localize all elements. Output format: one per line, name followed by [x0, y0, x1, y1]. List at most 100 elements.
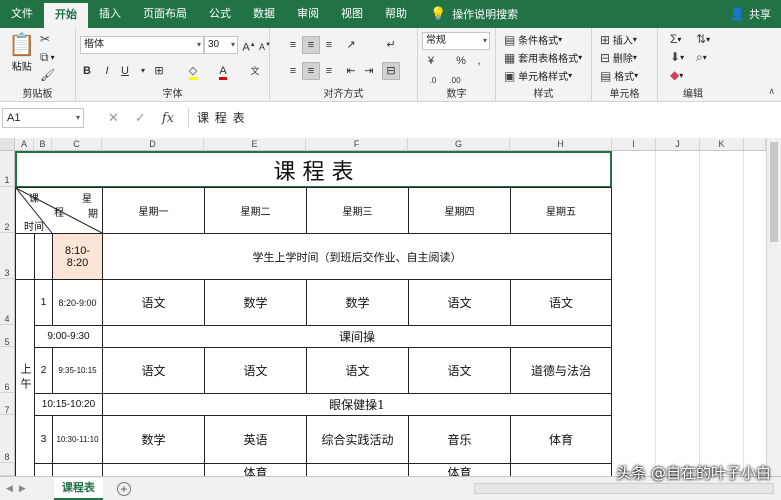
- cancel-icon[interactable]: ✕: [108, 110, 119, 126]
- conditional-format-button[interactable]: ▤ 条件格式 ▾: [504, 32, 562, 48]
- select-all-corner[interactable]: [0, 138, 15, 151]
- column-header[interactable]: E: [204, 138, 306, 151]
- fill-color-button[interactable]: ◇: [184, 62, 202, 80]
- row-header[interactable]: 4: [0, 279, 15, 325]
- insert-function-icon[interactable]: fx: [162, 111, 174, 126]
- sheet-tab-timetable[interactable]: 课程表: [53, 477, 103, 500]
- day-header[interactable]: 星期二: [204, 187, 307, 234]
- subject-cell[interactable]: 体育: [204, 463, 307, 476]
- delete-cells-button[interactable]: ⊟ 删除 ▾: [600, 50, 637, 66]
- align-center-button[interactable]: ≡: [302, 62, 320, 80]
- add-sheet-icon[interactable]: +: [116, 481, 131, 496]
- tab-home[interactable]: 开始: [44, 3, 88, 28]
- percent-button[interactable]: %: [452, 52, 470, 70]
- prev-sheet-icon[interactable]: ◀: [6, 483, 13, 494]
- font-name-combo[interactable]: 楷体 ▾: [80, 36, 204, 54]
- clear-button[interactable]: ◆ ▾: [670, 68, 683, 82]
- collapse-ribbon-icon[interactable]: ∧: [768, 86, 775, 97]
- find-select-button[interactable]: ⌕ ▾: [696, 50, 707, 65]
- period-number[interactable]: 2: [34, 347, 53, 394]
- paste-button[interactable]: 📋 粘贴: [8, 32, 35, 73]
- subject-cell[interactable]: 语文: [408, 347, 511, 394]
- number-format-combo[interactable]: 常规 ▾: [422, 32, 490, 50]
- timetable-title[interactable]: 课 程 表: [15, 151, 612, 188]
- align-left-button[interactable]: ≡: [284, 62, 302, 80]
- row-header[interactable]: 3: [0, 233, 15, 279]
- cell[interactable]: [15, 233, 35, 280]
- subject-cell[interactable]: 语文: [204, 347, 307, 394]
- period-number[interactable]: [34, 463, 53, 476]
- column-header[interactable]: C: [52, 138, 102, 151]
- row-header[interactable]: 1: [0, 151, 15, 187]
- copy-button[interactable]: ⧉ ▾: [40, 50, 55, 65]
- autosum-button[interactable]: Σ ▾: [670, 32, 681, 46]
- column-header[interactable]: K: [700, 138, 744, 151]
- day-header[interactable]: 星期三: [306, 187, 409, 234]
- row-header[interactable]: 5: [0, 325, 15, 347]
- subject-cell[interactable]: 语文: [102, 279, 205, 326]
- subject-cell[interactable]: 语文: [102, 347, 205, 394]
- decrease-indent-button[interactable]: ⇤: [342, 62, 360, 80]
- horizontal-scrollbar[interactable]: [474, 483, 774, 494]
- vertical-scrollbar[interactable]: [766, 138, 781, 476]
- subject-cell[interactable]: 音乐: [408, 415, 511, 464]
- subject-cell[interactable]: 英语: [204, 415, 307, 464]
- increase-indent-button[interactable]: ⇥: [360, 62, 378, 80]
- enter-icon[interactable]: ✓: [135, 110, 146, 126]
- row-header[interactable]: [0, 463, 15, 476]
- comma-button[interactable]: ,: [470, 52, 488, 70]
- fill-button[interactable]: ⬇ ▾: [670, 50, 684, 64]
- column-header[interactable]: G: [408, 138, 510, 151]
- tab-page-layout[interactable]: 页面布局: [132, 0, 198, 28]
- row-header[interactable]: 7: [0, 393, 15, 415]
- diagonal-header-cell[interactable]: 课 程 时间 星 期: [15, 187, 103, 234]
- cut-button[interactable]: ✂: [40, 32, 50, 46]
- eye-exercise-label[interactable]: 眼保健操1: [102, 393, 612, 416]
- format-painter-button[interactable]: 🖌: [40, 68, 55, 82]
- sort-filter-button[interactable]: ⇅ ▾: [696, 32, 710, 46]
- subject-cell[interactable]: 语文: [408, 279, 511, 326]
- day-header[interactable]: 星期四: [408, 187, 511, 234]
- align-top-button[interactable]: ≡: [284, 36, 302, 54]
- align-right-button[interactable]: ≡: [320, 62, 338, 80]
- underline-button[interactable]: U: [116, 62, 134, 80]
- subject-cell[interactable]: [102, 463, 205, 476]
- subject-cell[interactable]: [510, 463, 612, 476]
- bold-button[interactable]: B: [78, 62, 96, 80]
- spreadsheet-grid[interactable]: A B C D E F G H I J K 1 2 3 4 5 6 7 8 课 …: [0, 138, 781, 476]
- subject-cell[interactable]: [306, 463, 409, 476]
- period-time[interactable]: 8:20-9:00: [52, 279, 103, 326]
- subject-cell[interactable]: 道德与法治: [510, 347, 612, 394]
- cell[interactable]: [34, 233, 53, 280]
- wrap-text-button[interactable]: ↵: [382, 36, 400, 54]
- day-header[interactable]: 星期一: [102, 187, 205, 234]
- subject-cell[interactable]: 数学: [102, 415, 205, 464]
- cell-styles-button[interactable]: ▣ 单元格样式 ▾: [504, 68, 572, 84]
- borders-button[interactable]: ⊞: [150, 62, 168, 80]
- align-bottom-button[interactable]: ≡: [320, 36, 338, 54]
- break-time[interactable]: 9:00-9:30: [34, 325, 103, 348]
- tab-review[interactable]: 审阅: [286, 0, 330, 28]
- period-time[interactable]: 10:30-11:10: [52, 415, 103, 464]
- column-header[interactable]: F: [306, 138, 408, 151]
- eye-exercise-time[interactable]: 10:15-10:20: [34, 393, 103, 416]
- subject-cell[interactable]: 体育: [408, 463, 511, 476]
- period-time[interactable]: [52, 463, 103, 476]
- insert-cells-button[interactable]: ⊞ 插入 ▾: [600, 32, 637, 48]
- arrival-note-cell[interactable]: 学生上学时间（到班后交作业、自主阅读）: [102, 233, 612, 280]
- subject-cell[interactable]: 语文: [510, 279, 612, 326]
- day-header[interactable]: 星期五: [510, 187, 612, 234]
- subject-cell[interactable]: 综合实践活动: [306, 415, 409, 464]
- period-time[interactable]: 9:35-10:15: [52, 347, 103, 394]
- column-header[interactable]: I: [612, 138, 656, 151]
- tab-view[interactable]: 视图: [330, 0, 374, 28]
- scrollbar-thumb[interactable]: [770, 142, 778, 242]
- merge-center-button[interactable]: ⊟: [382, 62, 400, 80]
- subject-cell[interactable]: 体育: [510, 415, 612, 464]
- subject-cell[interactable]: 数学: [204, 279, 307, 326]
- font-size-combo[interactable]: 30 ▾: [204, 36, 238, 54]
- column-header[interactable]: D: [102, 138, 204, 151]
- phonetic-button[interactable]: 文: [246, 62, 264, 80]
- formula-input[interactable]: 课 程 表: [187, 108, 781, 128]
- name-box[interactable]: A1 ▾: [2, 108, 84, 128]
